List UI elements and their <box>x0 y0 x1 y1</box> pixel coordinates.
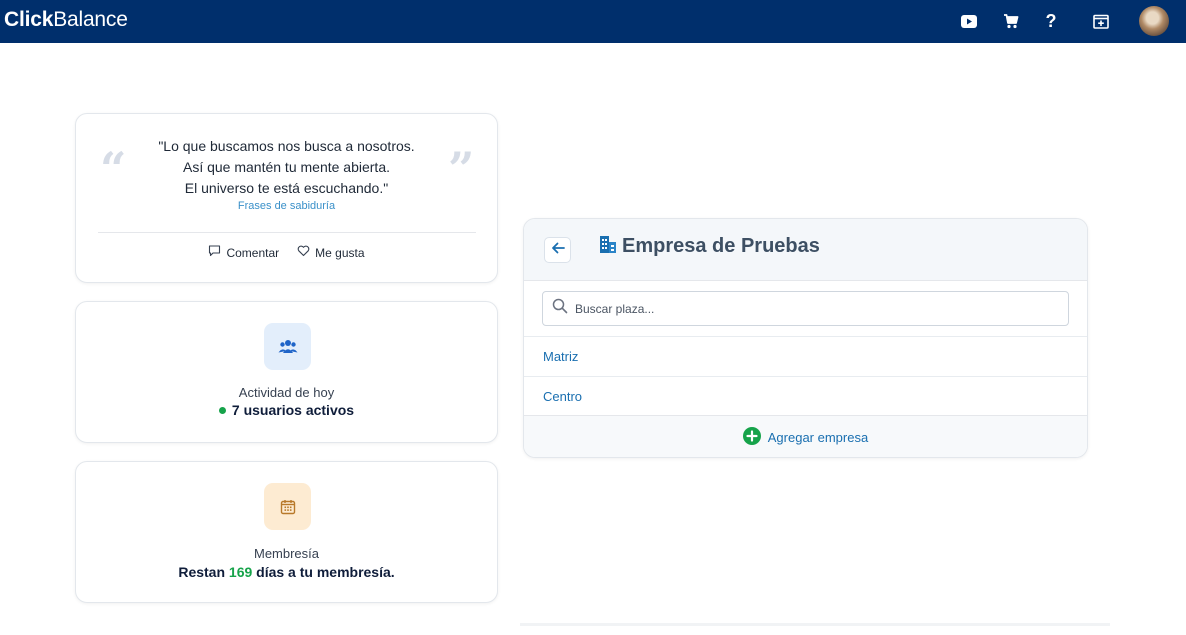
company-title: Empresa de Pruebas <box>600 234 820 259</box>
activity-value: 7 usuarios activos <box>76 402 497 418</box>
users-icon <box>264 323 311 370</box>
brand-logo[interactable]: ClickBalance <box>4 8 128 32</box>
membership-days: 169 <box>228 564 253 580</box>
plaza-item-centro[interactable]: Centro <box>524 376 1087 415</box>
active-users-count: 7 usuarios activos <box>231 402 355 418</box>
company-card: Empresa de Pruebas Matriz Centro Agregar… <box>523 218 1088 458</box>
like-button[interactable]: Me gusta <box>297 245 365 260</box>
quote-text: "Lo que buscamos nos busca a nosotros. A… <box>76 136 497 199</box>
quote-actions: Comentar Me gusta <box>76 245 497 260</box>
back-button[interactable] <box>544 237 571 263</box>
divider <box>98 232 476 233</box>
company-header: Empresa de Pruebas <box>524 219 1087 281</box>
search-plaza-input[interactable] <box>573 300 1057 317</box>
heart-icon <box>297 245 310 260</box>
add-company-label: Agregar empresa <box>767 429 869 445</box>
help-icon[interactable]: ? <box>1039 9 1063 33</box>
arrow-left-icon <box>551 241 565 259</box>
comment-button[interactable]: Comentar <box>208 245 279 260</box>
activity-card: Actividad de hoy 7 usuarios activos <box>75 301 498 443</box>
quote-line: Así que mantén tu mente abierta. <box>182 159 390 175</box>
plaza-item-matriz[interactable]: Matriz <box>524 336 1087 375</box>
like-label: Me gusta <box>315 245 365 260</box>
membership-card: Membresía Restan 169 días a tu membresía… <box>75 461 498 603</box>
search-icon <box>552 298 568 319</box>
youtube-icon[interactable] <box>957 9 981 33</box>
building-icon <box>600 234 616 259</box>
quote-line: "Lo que buscamos nos busca a nosotros. <box>158 138 415 154</box>
membership-suffix: días a tu membresía. <box>256 564 395 580</box>
user-avatar[interactable] <box>1139 6 1169 36</box>
quote-line: El universo te está escuchando." <box>184 180 389 196</box>
calendar-add-icon[interactable] <box>1089 9 1113 33</box>
quote-source: Frases de sabiduría <box>237 200 336 212</box>
comment-label: Comentar <box>226 245 280 260</box>
activity-label: Actividad de hoy <box>238 385 335 400</box>
membership-remaining: Restan 169 días a tu membresía. <box>76 564 497 580</box>
calendar-icon <box>264 483 311 530</box>
cart-icon[interactable] <box>999 9 1023 33</box>
quote-card: “ ” "Lo que buscamos nos busca a nosotro… <box>75 113 498 283</box>
company-name: Empresa de Pruebas <box>622 235 820 257</box>
search-field[interactable] <box>542 291 1069 326</box>
top-navbar: ClickBalance ? <box>0 0 1186 43</box>
membership-label: Membresía <box>253 546 320 561</box>
plus-circle-icon <box>742 426 761 448</box>
brand-logo-light: Balance <box>53 8 128 31</box>
brand-logo-bold: Click <box>4 8 54 31</box>
status-dot <box>218 406 226 414</box>
divider <box>520 623 1110 626</box>
comment-icon <box>208 245 221 260</box>
add-company-button[interactable]: Agregar empresa <box>524 415 1087 457</box>
membership-prefix: Restan <box>178 564 226 580</box>
